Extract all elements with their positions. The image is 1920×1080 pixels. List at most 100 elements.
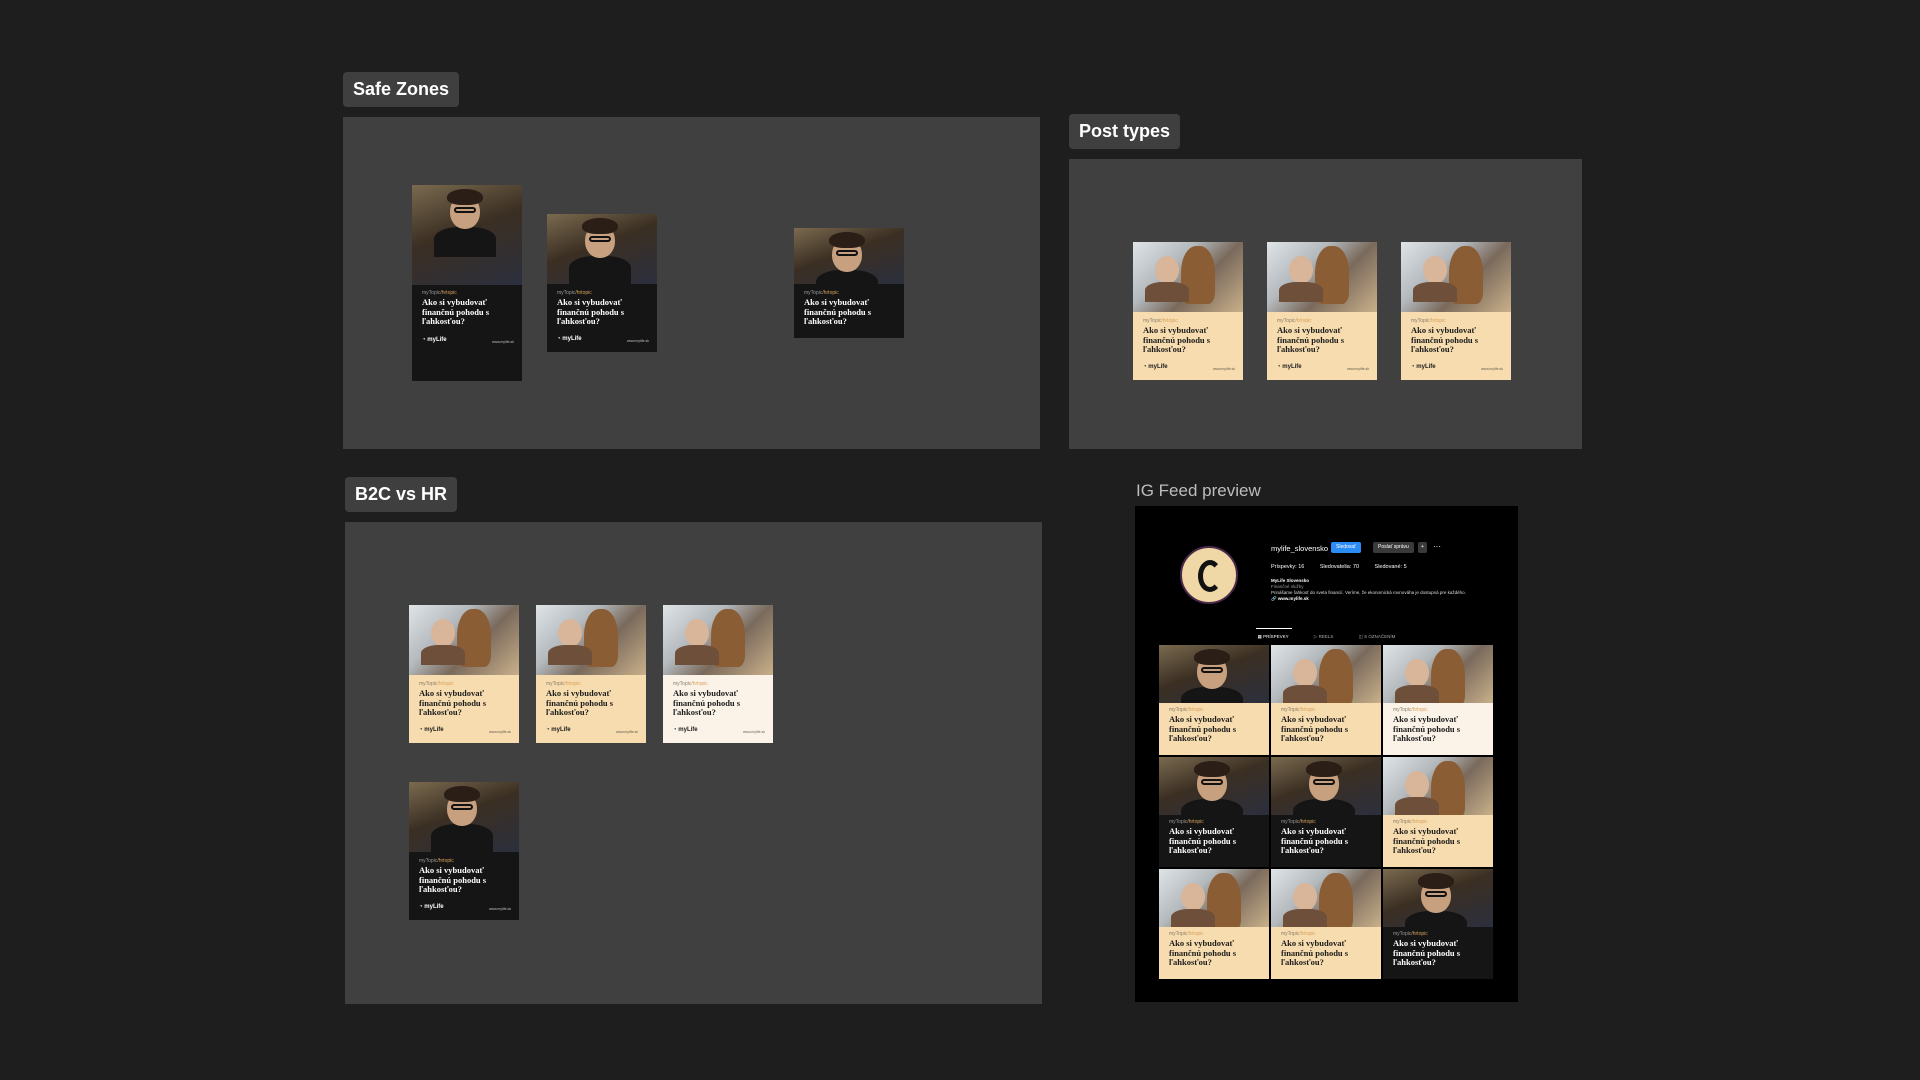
post-types-label[interactable]: Post types [1069, 114, 1181, 149]
post-website: www.mylife.sk [627, 339, 649, 343]
post-tag: myTopic/hrtopic [1169, 707, 1204, 713]
mylife-logo: ◔ myLife [1143, 364, 1168, 370]
post-tag: myTopic/hrtopic [1277, 318, 1312, 324]
post-tag: myTopic/hrtopic [546, 681, 581, 687]
post-photo [1159, 757, 1269, 815]
post-photo [536, 605, 646, 675]
profile-avatar[interactable] [1180, 546, 1238, 604]
post-tag: myTopic/hrtopic [673, 681, 708, 687]
safe-zone-story-post[interactable]: myTopic/hrtopic Ako si vybudovať finančn… [412, 185, 522, 381]
follow-button[interactable]: Sledovať [1331, 542, 1361, 553]
b2c-vs-hr-frame[interactable] [345, 522, 1042, 1004]
post-headline: Ako si vybudovať finančnú pohodu s ľahko… [1169, 826, 1237, 855]
post-website: www.mylife.sk [1213, 367, 1235, 371]
grid-post[interactable]: myTopic/hrtopic Ako si vybudovať finančn… [1383, 757, 1493, 867]
safe-zone-square-post[interactable]: myTopic/hrtopic Ako si vybudovať finančn… [794, 228, 904, 338]
post-headline: Ako si vybudovať finančnú pohodu s ľahko… [1281, 714, 1349, 743]
post-website: www.mylife.sk [489, 730, 511, 734]
more-options-icon[interactable]: ··· [1433, 542, 1441, 551]
mylife-logo: ◔ myLife [673, 727, 698, 733]
safe-zone-portrait-post[interactable]: myTopic/hrtopic Ako si vybudovať finančn… [547, 214, 657, 352]
grid-post[interactable]: myTopic/hrtopic Ako si vybudovať finančn… [1159, 869, 1269, 979]
post-type-1[interactable]: myTopic/hrtopic Ako si vybudovať finančn… [1133, 242, 1243, 380]
grid-post[interactable]: myTopic/hrtopic Ako si vybudovať finančn… [1159, 757, 1269, 867]
post-photo [1133, 242, 1243, 312]
post-headline: Ako si vybudovať finančnú pohodu s ľahko… [422, 297, 490, 326]
add-user-button[interactable]: + [1418, 542, 1427, 553]
post-headline: Ako si vybudovať finančnú pohodu s ľahko… [557, 297, 625, 326]
post-type-2[interactable]: myTopic/hrtopic Ako si vybudovať finančn… [1267, 242, 1377, 380]
post-photo [1267, 242, 1377, 312]
post-headline: Ako si vybudovať finančnú pohodu s ľahko… [419, 688, 487, 717]
post-photo [1383, 869, 1493, 927]
ig-feed-preview[interactable]: mylife_slovensko Sledovať Poslať správu … [1135, 506, 1518, 1002]
post-website: www.mylife.sk [492, 340, 514, 344]
ig-feed-preview-label[interactable]: IG Feed preview [1136, 481, 1261, 501]
post-headline: Ako si vybudovať finančnú pohodu s ľahko… [1393, 826, 1461, 855]
post-photo [547, 214, 657, 284]
mylife-logo: ◔ myLife [557, 336, 582, 342]
post-tag: myTopic/hrtopic [419, 858, 454, 864]
grid-post[interactable]: myTopic/hrtopic Ako si vybudovať finančn… [1271, 757, 1381, 867]
post-headline: Ako si vybudovať finančnú pohodu s ľahko… [1169, 714, 1237, 743]
post-tag: myTopic/hrtopic [1169, 819, 1204, 825]
mylife-logo: ◔ myLife [1277, 364, 1302, 370]
post-photo [1271, 645, 1381, 703]
followers-count[interactable]: Sledovatelia: 70 [1320, 564, 1359, 570]
post-headline: Ako si vybudovať finančnú pohodu s ľahko… [1169, 938, 1237, 967]
profile-bio: MyLife Slovensko Finančné služby Prináša… [1271, 578, 1491, 602]
post-photo [409, 605, 519, 675]
post-tag: myTopic/hrtopic [1281, 931, 1316, 937]
tab-posts[interactable]: ▦ PRÍSPEVKY [1258, 634, 1289, 639]
post-headline: Ako si vybudovať finančnú pohodu s ľahko… [1277, 325, 1345, 354]
grid-post[interactable]: myTopic/hrtopic Ako si vybudovať finančn… [1271, 645, 1381, 755]
b2c-post-dark[interactable]: myTopic/hrtopic Ako si vybudovať finančn… [409, 782, 519, 920]
active-tab-indicator [1256, 628, 1292, 629]
b2c-post-peach[interactable]: myTopic/hrtopic Ako si vybudovať finančn… [409, 605, 519, 743]
post-headline: Ako si vybudovať finančnú pohodu s ľahko… [1393, 938, 1461, 967]
post-photo [1383, 645, 1493, 703]
grid-post[interactable]: myTopic/hrtopic Ako si vybudovať finančn… [1383, 869, 1493, 979]
post-photo [1159, 869, 1269, 927]
profile-stats: Príspevky: 16 Sledovatelia: 70 Sledované… [1271, 564, 1421, 570]
post-headline: Ako si vybudovať finančnú pohodu s ľahko… [1393, 714, 1461, 743]
post-tag: myTopic/hrtopic [1393, 707, 1428, 713]
post-photo [663, 605, 773, 675]
post-photo [1401, 242, 1511, 312]
post-tag: myTopic/hrtopic [422, 290, 457, 296]
post-headline: Ako si vybudovať finančnú pohodu s ľahko… [419, 865, 487, 894]
post-headline: Ako si vybudovať finančnú pohodu s ľahko… [1281, 938, 1349, 967]
grid-post[interactable]: myTopic/hrtopic Ako si vybudovať finančn… [1271, 869, 1381, 979]
safe-zones-label[interactable]: Safe Zones [343, 72, 460, 107]
hr-post-cream[interactable]: myTopic/hrtopic Ako si vybudovať finančn… [663, 605, 773, 743]
posts-count: Príspevky: 16 [1271, 564, 1305, 570]
message-button[interactable]: Poslať správu [1373, 542, 1414, 553]
post-tag: myTopic/hrtopic [1393, 931, 1428, 937]
post-website: www.mylife.sk [1481, 367, 1503, 371]
tab-tagged[interactable]: ◫ S OZNAČENÍM [1359, 634, 1396, 639]
mylife-logo: ◔ myLife [419, 727, 444, 733]
mylife-logo: ◔ myLife [419, 904, 444, 910]
post-website: www.mylife.sk [616, 730, 638, 734]
post-headline: Ako si vybudovať finančnú pohodu s ľahko… [1281, 826, 1349, 855]
b2c-post-peach-2[interactable]: myTopic/hrtopic Ako si vybudovať finančn… [536, 605, 646, 743]
mylife-logo: ◔ myLife [422, 337, 447, 343]
b2c-vs-hr-label[interactable]: B2C vs HR [345, 477, 458, 512]
grid-post[interactable]: myTopic/hrtopic Ako si vybudovať finančn… [1159, 645, 1269, 755]
following-count[interactable]: Sledované: 5 [1375, 564, 1407, 570]
ig-post-grid: myTopic/hrtopic Ako si vybudovať finančn… [1159, 645, 1493, 979]
post-photo [409, 782, 519, 852]
post-tag: myTopic/hrtopic [1169, 931, 1204, 937]
bio-link[interactable]: 🔗 www.mylife.sk [1271, 596, 1491, 602]
tab-reels[interactable]: ▷ REELS [1314, 634, 1333, 639]
post-photo [1271, 757, 1381, 815]
post-tag: myTopic/hrtopic [1393, 819, 1428, 825]
post-photo [1159, 645, 1269, 703]
mylife-logo: ◔ myLife [546, 727, 571, 733]
post-headline: Ako si vybudovať finančnú pohodu s ľahko… [804, 297, 872, 326]
mylife-logo: ◔ myLife [1411, 364, 1436, 370]
profile-tabs: ▦ PRÍSPEVKY ▷ REELS ◫ S OZNAČENÍM [1135, 634, 1518, 640]
post-headline: Ako si vybudovať finančnú pohodu s ľahko… [546, 688, 614, 717]
grid-post[interactable]: myTopic/hrtopic Ako si vybudovať finančn… [1383, 645, 1493, 755]
post-type-3[interactable]: myTopic/hrtopic Ako si vybudovať finančn… [1401, 242, 1511, 380]
